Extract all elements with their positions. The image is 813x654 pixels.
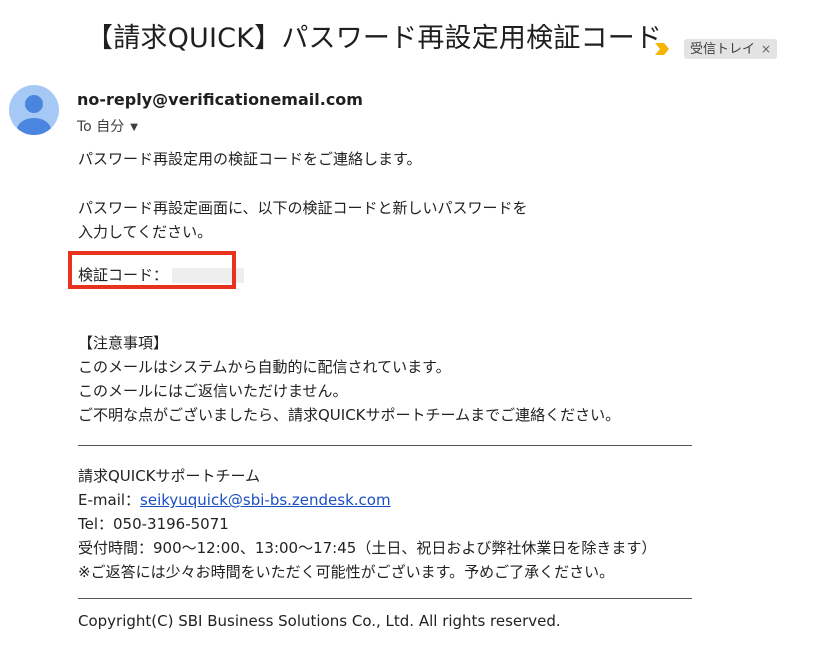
person-avatar-icon (17, 95, 51, 135)
copyright-text: Copyright(C) SBI Business Solutions Co.,… (78, 612, 561, 630)
signature-hours: 受付時間：900〜12:00、13:00〜17:45（土日、祝日および弊社休業日… (78, 539, 657, 557)
instruction-line-1: パスワード再設定画面に、以下の検証コードと新しいパスワードを (78, 199, 528, 217)
inbox-label-text: 受信トレイ (690, 42, 756, 57)
recipient-details-toggle[interactable]: To 自分 ▼ (77, 116, 138, 136)
verification-code-line: 検証コード： (68, 251, 718, 289)
signature-email-line: E-mail：seikyuquick@sbi-bs.zendesk.com (78, 488, 718, 512)
divider (78, 445, 692, 446)
email-header: 【請求QUICK】パスワード再設定用検証コード 受信トレイ × (0, 12, 813, 60)
email-subject: 【請求QUICK】パスワード再設定用検証コード (86, 23, 663, 54)
recipient-label: To 自分 (77, 119, 125, 135)
notice-heading: 【注意事項】 (78, 334, 169, 352)
signature-email-label: E-mail： (78, 491, 141, 509)
remove-label-button[interactable]: × (761, 42, 771, 56)
chevron-down-icon: ▼ (130, 121, 138, 133)
instruction-line-2: 入力してください。 (78, 223, 213, 241)
sender-address: no-reply@verificationemail.com (77, 90, 363, 109)
notice-line: このメールにはご返信いただけません。 (78, 382, 348, 400)
email-body: パスワード再設定用の検証コードをご連絡します。 パスワード再設定画面に、以下の検… (68, 147, 718, 633)
notice-line: ご不明な点がございましたら、請求QUICKサポートチームまでご連絡ください。 (78, 406, 621, 424)
intro-text: パスワード再設定用の検証コードをご連絡します。 (78, 150, 422, 168)
sender-avatar[interactable] (9, 85, 59, 135)
signature-team: 請求QUICKサポートチーム (78, 467, 261, 485)
importance-marker-icon[interactable] (655, 43, 669, 55)
support-email-link[interactable]: seikyuquick@sbi-bs.zendesk.com (140, 491, 391, 509)
signature-tel: Tel：050-3196-5071 (78, 515, 229, 533)
highlight-box (68, 251, 236, 289)
inbox-label-chip: 受信トレイ × (684, 39, 778, 59)
divider (78, 598, 692, 599)
signature-note: ※ご返答には少々お時間をいただく可能性がございます。予めご了承ください。 (78, 563, 615, 581)
notice-line: このメールはシステムから自動的に配信されています。 (78, 358, 451, 376)
